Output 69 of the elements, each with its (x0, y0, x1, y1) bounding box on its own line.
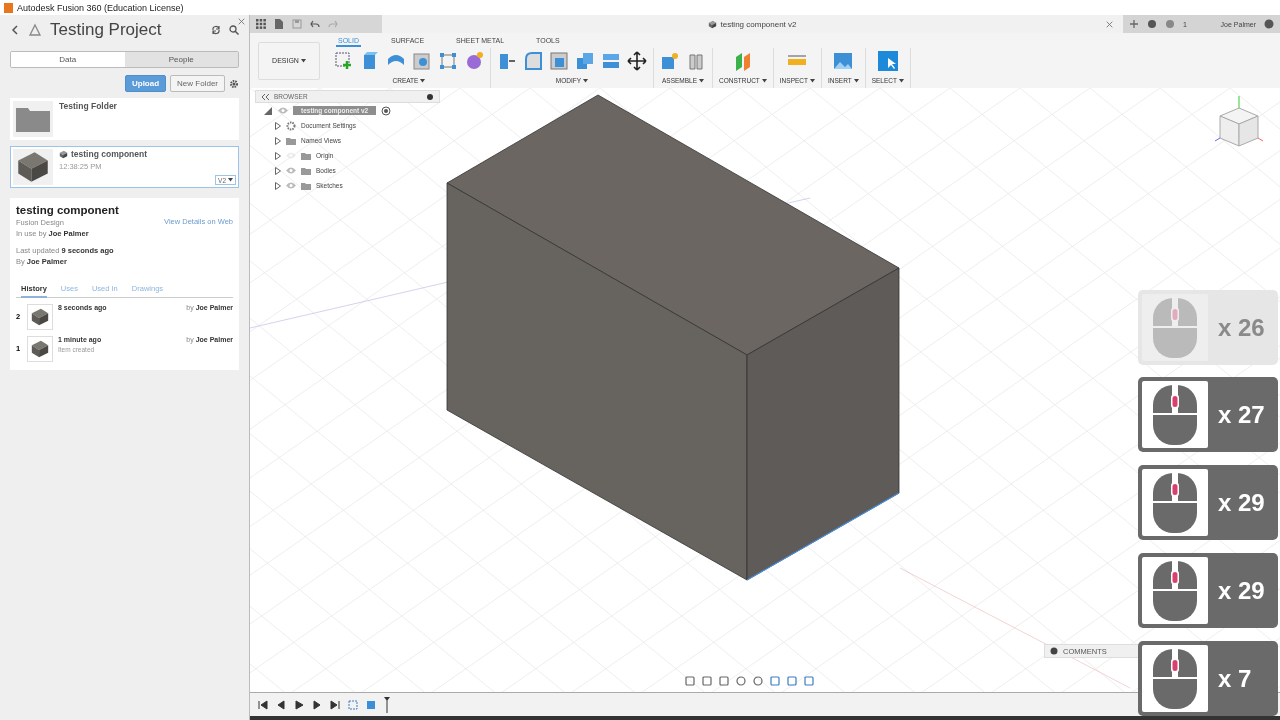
click-count: x 26 (1218, 313, 1265, 342)
box-model-drawing[interactable] (446, 94, 900, 581)
item-name: testing component (71, 149, 148, 159)
close-icon[interactable] (1106, 20, 1113, 28)
previous-icon[interactable] (276, 699, 286, 710)
caret-icon[interactable] (810, 78, 815, 83)
click-count: x 7 (1218, 664, 1252, 693)
panel-tab[interactable]: People (124, 52, 238, 67)
box-thumbnail (30, 339, 50, 359)
details-title: testing component (16, 204, 120, 216)
refresh-icon[interactable] (211, 25, 221, 35)
caret-icon[interactable] (699, 78, 704, 83)
pattern-icon[interactable] (438, 51, 458, 71)
combine-icon[interactable] (575, 51, 595, 71)
select-icon[interactable] (877, 51, 898, 71)
gear-icon[interactable] (286, 120, 296, 131)
play-icon[interactable] (294, 699, 304, 710)
cube-icon (708, 19, 718, 29)
caret-icon[interactable] (420, 78, 426, 83)
next-icon[interactable] (312, 699, 322, 710)
cube-icon (59, 149, 68, 159)
caret-icon[interactable] (300, 58, 306, 63)
settings-icon[interactable] (229, 78, 239, 89)
panel-tab[interactable]: Data (11, 52, 125, 67)
file-icon[interactable] (274, 19, 284, 29)
joint-icon[interactable] (686, 51, 706, 71)
folder-card[interactable]: Testing Folder (10, 98, 239, 140)
split-body-icon[interactable] (601, 51, 621, 71)
form-icon[interactable] (464, 51, 484, 71)
box-thumbnail (30, 307, 50, 327)
new-folder-button[interactable]: New Folder (170, 75, 225, 92)
caret-icon[interactable] (899, 78, 904, 83)
caret-icon[interactable] (228, 178, 233, 182)
caret-icon[interactable] (583, 78, 589, 83)
sketch-icon[interactable] (334, 51, 354, 71)
search-icon[interactable] (229, 25, 239, 35)
item-name: Testing Folder (59, 101, 117, 111)
document-tab-title[interactable]: testing component v2 (720, 19, 797, 29)
click-count: x 27 (1218, 400, 1265, 429)
extrude-feature-icon[interactable] (366, 699, 376, 710)
folder-icon (16, 106, 50, 132)
undo-icon[interactable] (310, 19, 320, 29)
app-logo-icon (4, 2, 13, 13)
close-icon[interactable] (238, 18, 245, 25)
move-icon[interactable] (627, 51, 647, 71)
hole-icon[interactable] (412, 51, 432, 71)
window-title: Autodesk Fusion 360 (Education License) (17, 2, 184, 13)
activate-icon[interactable] (381, 105, 392, 116)
box-thumbnail (15, 149, 51, 185)
collapse-icon[interactable] (260, 91, 270, 102)
collapse-arrow-icon[interactable] (263, 105, 273, 116)
last-icon[interactable] (330, 699, 340, 710)
caret-icon[interactable] (853, 78, 859, 83)
shell-icon[interactable] (549, 51, 569, 71)
grid-menu-icon[interactable] (256, 19, 266, 29)
first-icon[interactable] (258, 699, 268, 710)
timeline-marker-icon[interactable] (384, 696, 390, 713)
click-count: x 29 (1218, 488, 1265, 517)
add-icon[interactable] (1129, 19, 1139, 29)
click-count: x 29 (1218, 576, 1265, 605)
caret-icon[interactable] (761, 78, 767, 83)
project-icon (28, 23, 42, 37)
press-pull-icon[interactable] (497, 51, 517, 71)
project-title: Testing Project (50, 20, 163, 40)
new-component-icon[interactable] (660, 51, 680, 71)
back-icon[interactable] (10, 25, 20, 35)
mouse-icon (1152, 296, 1198, 359)
fillet-icon[interactable] (523, 51, 543, 71)
image-icon[interactable] (833, 51, 854, 71)
